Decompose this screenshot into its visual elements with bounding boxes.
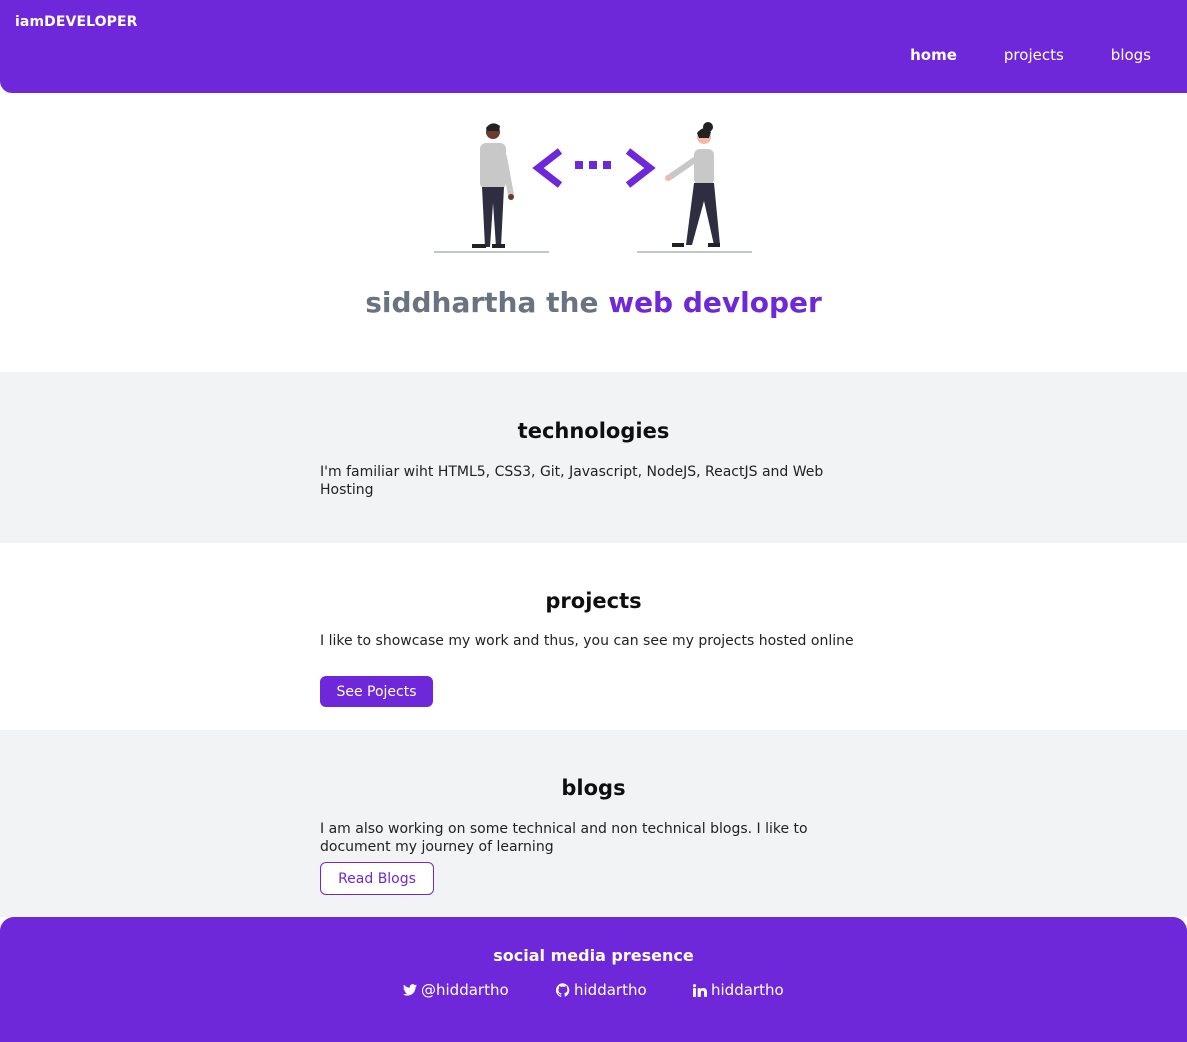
blogs-title: blogs (561, 776, 626, 800)
github-icon (556, 983, 570, 997)
technologies-text: I'm familiar wiht HTML5, CSS3, Git, Java… (320, 464, 824, 498)
twitter-icon (403, 984, 417, 996)
blogs-text: I am also working on some technical and … (320, 821, 808, 855)
github-link[interactable]: hiddartho (556, 981, 647, 999)
technologies-content: I'm familiar wiht HTML5, CSS3, Git, Java… (320, 464, 868, 499)
technologies-title: technologies (517, 419, 670, 443)
projects-title: projects (545, 589, 642, 613)
hero-section: siddhartha the web devloper (0, 93, 1187, 372)
nav-projects-link[interactable]: projects (1004, 45, 1064, 65)
see-projects-button[interactable]: See Pojects (320, 676, 433, 707)
read-blogs-button[interactable]: Read Blogs (320, 862, 434, 895)
brand-logo[interactable]: iamDEVELOPER (15, 14, 138, 30)
projects-content: I like to showcase my work and thus, you… (320, 633, 868, 651)
nav-blogs-link[interactable]: blogs (1111, 45, 1151, 65)
linkedin-handle: hiddartho (711, 981, 784, 999)
nav-home-link[interactable]: home (910, 45, 957, 65)
blogs-content: I am also working on some technical and … (320, 821, 868, 856)
man-figure (472, 123, 514, 248)
main-nav: home projects blogs (910, 45, 1151, 65)
footer-title: social media presence (493, 946, 694, 965)
twitter-handle: @hiddartho (421, 981, 509, 999)
linkedin-icon (693, 983, 707, 997)
twitter-link[interactable]: @hiddartho (403, 981, 509, 999)
blogs-section: blogs I am also working on some technica… (0, 730, 1187, 917)
hero-role: web devloper (608, 286, 822, 319)
hero-name: siddhartha the (365, 286, 599, 319)
projects-text: I like to showcase my work and thus, you… (320, 633, 854, 649)
footer: social media presence @hiddartho hiddart… (0, 917, 1187, 1042)
github-handle: hiddartho (574, 981, 647, 999)
top-header: iamDEVELOPER home projects blogs (0, 0, 1187, 93)
woman-figure (665, 122, 720, 247)
code-brackets-icon (532, 148, 656, 188)
projects-section: projects I like to showcase my work and … (0, 543, 1187, 730)
developers-illustration (434, 122, 752, 253)
linkedin-link[interactable]: hiddartho (693, 981, 784, 999)
technologies-section: technologies I'm familiar wiht HTML5, CS… (0, 372, 1187, 543)
hero-title: siddhartha the web devloper (0, 286, 1187, 319)
